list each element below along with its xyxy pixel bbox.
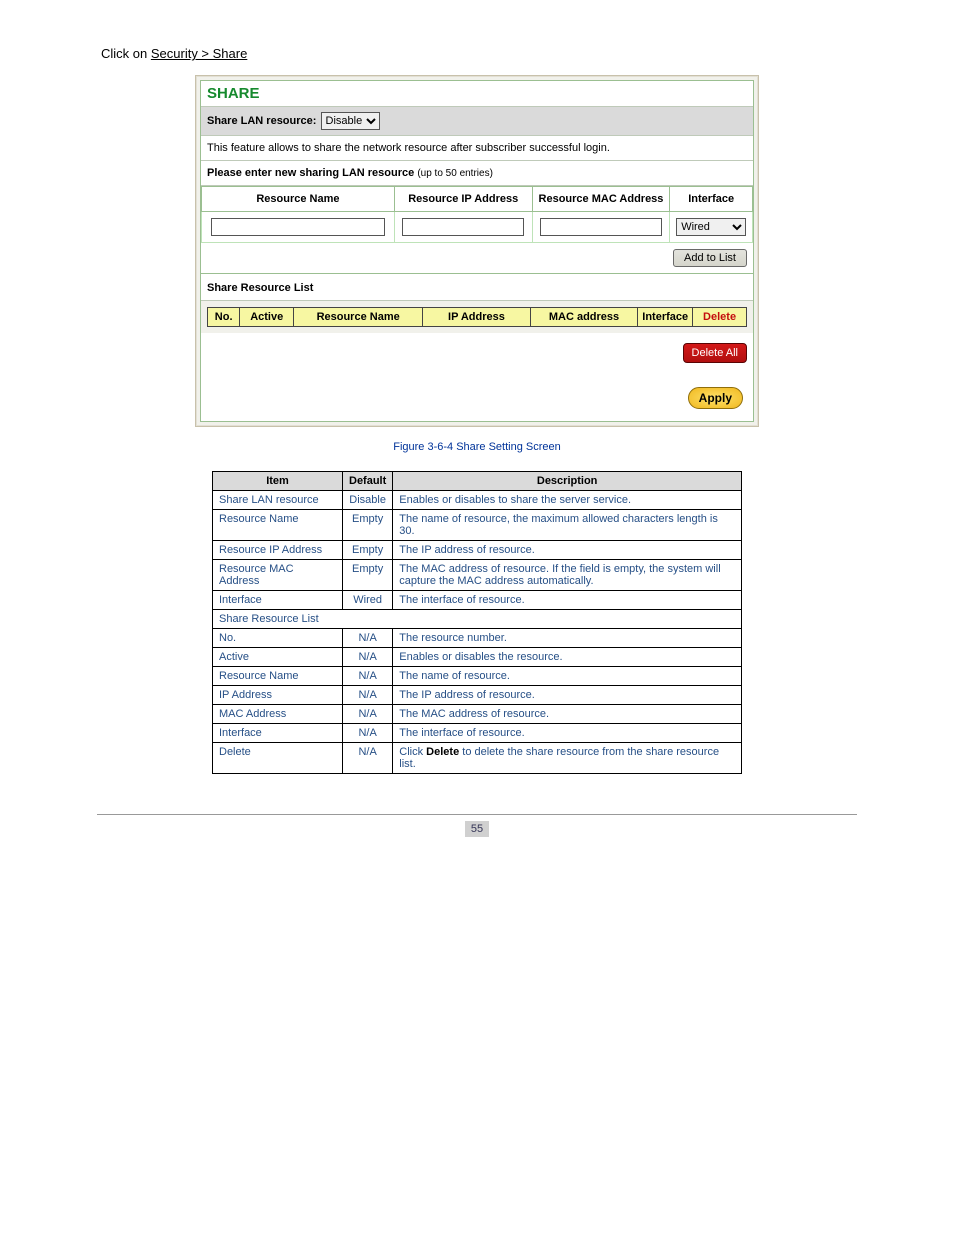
col-resource-ip: Resource IP Address [394,187,532,212]
col-resource-mac: Resource MAC Address [532,187,670,212]
th-active: Active [240,308,294,327]
interface-select[interactable]: Wired [676,218,746,236]
desc-band-row: Share Resource List [213,610,742,629]
resource-mac-input[interactable] [540,218,662,236]
th-name: Resource Name [294,308,423,327]
col-interface: Interface [670,187,753,212]
page-footer: 55 [97,814,857,837]
share-lan-label: Share LAN resource: [207,115,316,127]
th-no: No. [208,308,240,327]
enter-new-row: Please enter new sharing LAN resource (u… [201,161,753,186]
input-table: Resource Name Resource IP Address Resour… [201,186,753,243]
share-resource-list-table: No. Active Resource Name IP Address MAC … [207,307,747,327]
enter-new-label: Please enter new sharing LAN resource [207,167,414,179]
feature-text: This feature allows to share the network… [201,136,753,161]
desc-head-item: Item [213,472,343,491]
breadcrumb-link[interactable]: Security > Share [151,46,247,61]
desc-row: Share LAN resource Disable Enables or di… [213,491,742,510]
desc-row: Resource MAC Address Empty The MAC addre… [213,560,742,591]
apply-button[interactable]: Apply [688,387,743,409]
desc-row: MAC Address N/A The MAC address of resou… [213,705,742,724]
desc-row: Resource Name N/A The name of resource. [213,667,742,686]
desc-row: No. N/A The resource number. [213,629,742,648]
th-delete: Delete [693,308,747,327]
desc-row: Resource Name Empty The name of resource… [213,510,742,541]
th-ip: IP Address [423,308,531,327]
enter-new-hint: (up to 50 entries) [417,168,493,179]
th-mac: MAC address [530,308,638,327]
desc-row-delete: Delete N/A Click Delete to delete the sh… [213,743,742,774]
delete-all-button[interactable]: Delete All [683,343,747,363]
breadcrumb-prefix: Click on [101,46,151,61]
panel-title: SHARE [201,81,753,107]
resource-name-input[interactable] [211,218,386,236]
desc-row: Interface Wired The interface of resourc… [213,591,742,610]
breadcrumb: Click on Security > Share [101,40,857,75]
add-to-list-button[interactable]: Add to List [673,249,747,267]
figure-caption: Figure 3-6-4 Share Setting Screen [97,441,857,453]
description-table: Item Default Description Share LAN resou… [212,471,742,774]
desc-row: IP Address N/A The IP address of resourc… [213,686,742,705]
desc-head-desc: Description [393,472,742,491]
share-resource-list-header: Share Resource List [201,274,753,301]
share-panel: SHARE Share LAN resource: Disable This f… [195,75,759,427]
resource-ip-input[interactable] [402,218,524,236]
share-lan-row: Share LAN resource: Disable [201,107,753,136]
share-lan-select[interactable]: Disable [321,112,380,130]
desc-row: Active N/A Enables or disables the resou… [213,648,742,667]
desc-row: Resource IP Address Empty The IP address… [213,541,742,560]
desc-row: Interface N/A The interface of resource. [213,724,742,743]
th-iface: Interface [638,308,693,327]
page-number: 55 [465,821,489,837]
col-resource-name: Resource Name [202,187,395,212]
desc-head-default: Default [343,472,393,491]
